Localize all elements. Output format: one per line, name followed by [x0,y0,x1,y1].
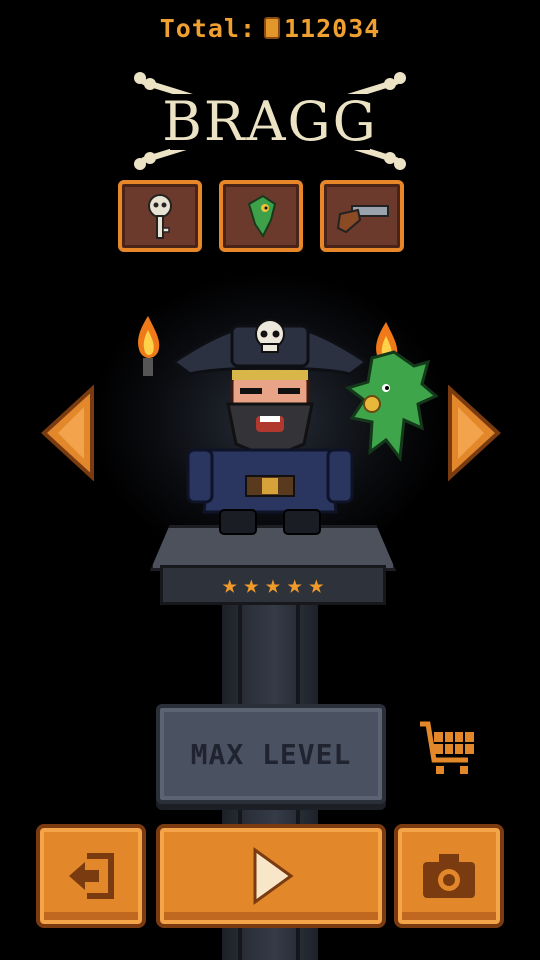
shopping-cart-icon[interactable] [418,720,478,780]
item-slot-key[interactable] [118,180,202,252]
item-slot-pistol[interactable] [320,180,404,252]
camera-icon [423,854,475,898]
play-button[interactable] [156,824,386,928]
max-level-button[interactable]: MAX LEVEL [156,704,386,804]
arrow-right-icon[interactable] [446,385,502,481]
exit-icon [69,853,114,899]
star-icon: ★ [243,570,260,600]
parrot-companion-icon [344,350,438,462]
exit-button[interactable] [36,824,146,928]
star-icon: ★ [286,570,303,600]
character-name: BRAGG [162,90,378,153]
camera-button[interactable] [394,824,504,928]
star-icon: ★ [221,570,238,600]
pirate-character [171,319,369,535]
total-label: Total: [159,13,256,43]
star-icon: ★ [308,570,325,600]
total-value: 112034 [284,13,381,43]
star-icon: ★ [265,570,281,600]
parrot-icon [247,194,277,238]
total-coins: Total: 112034 [0,10,540,46]
torch-left-icon [138,316,160,376]
key-icon [148,194,172,239]
pistol-icon [336,205,389,234]
arrow-left-icon[interactable] [40,385,96,481]
coin-icon [264,17,280,39]
item-slot-parrot[interactable] [219,180,303,252]
character-title: BRAGG [130,72,410,172]
play-icon [253,847,294,905]
star-rating: ★ ★ ★ ★ ★ [160,565,386,605]
